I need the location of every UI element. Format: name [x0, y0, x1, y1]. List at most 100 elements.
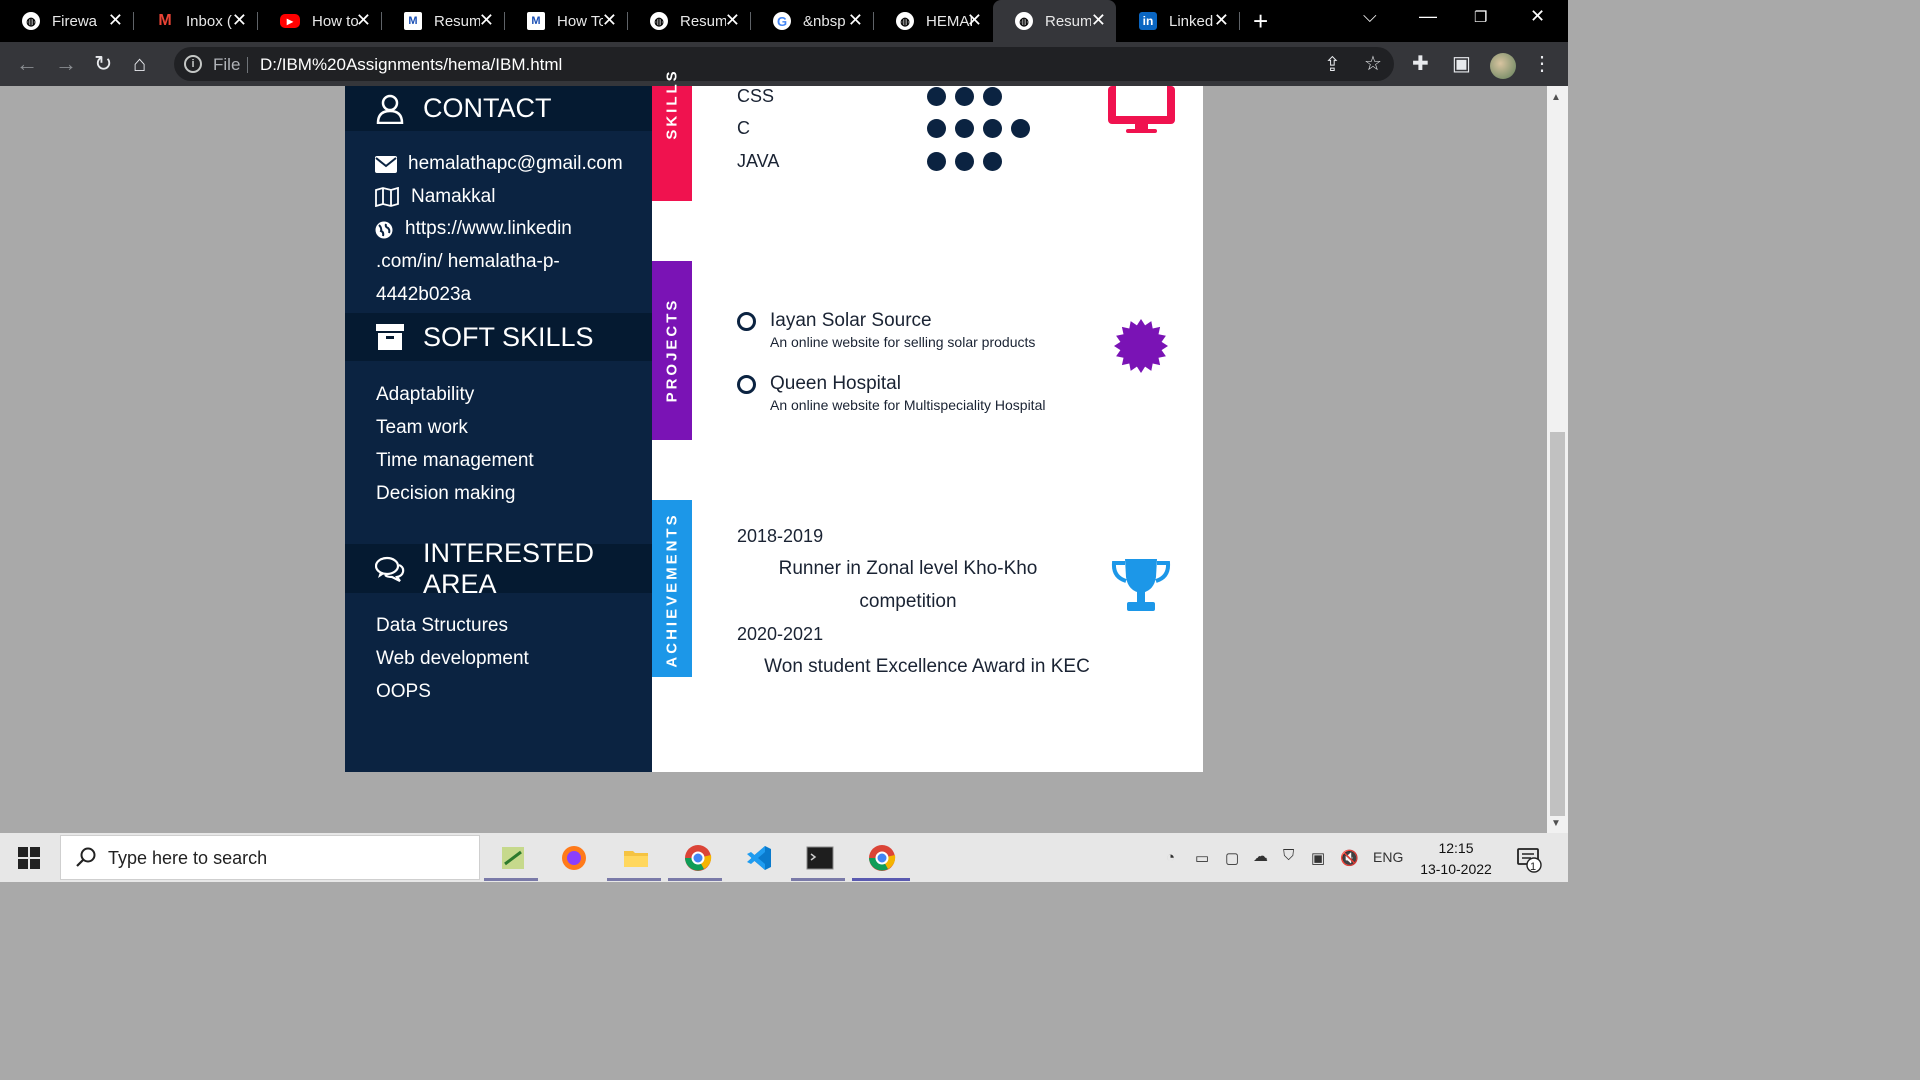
google-icon: G [773, 12, 791, 30]
youtube-icon: ▶ [280, 14, 300, 28]
contact-linkedin-line1[interactable]: https://www.linkedin [405, 218, 572, 240]
firefox-app-icon[interactable] [556, 841, 592, 875]
tab-divider [504, 12, 505, 30]
project-title: Iayan Solar Source [770, 310, 932, 331]
strip-notch [652, 677, 732, 737]
contact-linkedin-line3[interactable]: 4442b023a [376, 284, 471, 306]
speaker-muted-icon[interactable]: 🔇 [1340, 849, 1359, 867]
globe-icon [375, 221, 393, 244]
map-icon [375, 186, 399, 212]
notepad-app-icon[interactable] [495, 841, 531, 875]
achievement-year: 2018-2019 [737, 526, 824, 546]
close-tab-icon[interactable]: ✕ [602, 11, 617, 29]
side-panel-icon[interactable]: ▣ [1452, 52, 1471, 76]
address-divider [247, 57, 248, 73]
browser-tab-active[interactable]: ◍ Resum ✕ [993, 0, 1116, 42]
skill-name: CSS [737, 86, 775, 106]
new-tab-button[interactable]: + [1253, 6, 1268, 37]
browser-tab[interactable]: ◍ HEMAL ✕ [874, 0, 992, 42]
soft-skills-heading: SOFT SKILLS [345, 313, 652, 361]
skill-name: C [737, 118, 750, 138]
home-icon[interactable]: ⌂ [133, 51, 146, 77]
project-description: An online website for Multispeciality Ho… [770, 397, 1046, 413]
wifi-icon[interactable]: ◔ [1166, 849, 1175, 866]
scroll-down-arrow-icon[interactable]: ▼ [1551, 818, 1561, 829]
contact-linkedin-line2[interactable]: .com/in/ hemalatha-p- [376, 251, 560, 273]
file-explorer-app-icon[interactable] [618, 841, 654, 875]
globe-icon: ◍ [896, 12, 914, 30]
globe-icon: ◍ [1015, 12, 1033, 30]
achievement-text: Won student Excellence Award in KEC [764, 656, 1090, 677]
share-icon[interactable]: ⇪ [1324, 53, 1341, 77]
medium-icon: M [527, 12, 545, 30]
interest-item: Web development [376, 648, 529, 669]
close-tab-icon[interactable]: ✕ [479, 11, 494, 29]
strip-notch [652, 440, 732, 500]
chrome-app-icon[interactable] [680, 841, 716, 875]
onedrive-cloud-icon[interactable]: ☁ [1253, 847, 1268, 865]
badge-star-shape [1114, 319, 1168, 373]
profile-avatar[interactable] [1490, 53, 1516, 79]
system-clock[interactable]: 12:15 13-10-2022 [1420, 838, 1492, 880]
browser-tab[interactable]: M Inbox ( ✕ [134, 0, 257, 42]
extensions-puzzle-icon[interactable]: ✚ [1412, 52, 1429, 76]
skill-level-dot [983, 119, 1002, 138]
vscode-app-icon[interactable] [741, 841, 777, 875]
browser-tab[interactable]: M How To ✕ [505, 0, 627, 42]
app-running-indicator [668, 878, 722, 881]
tab-search-icon[interactable]: ⌵ [1363, 6, 1377, 27]
browser-tab[interactable]: M Resum ✕ [382, 0, 504, 42]
browser-tab[interactable]: ◍ Firewal ✕ [0, 0, 133, 42]
achievement-year: 2020-2021 [737, 624, 824, 644]
browser-tab[interactable]: G &nbsp ✕ [751, 0, 873, 42]
bookmark-star-icon[interactable]: ☆ [1364, 52, 1382, 76]
close-tab-icon[interactable]: ✕ [848, 11, 863, 29]
close-tab-icon[interactable]: ✕ [1091, 11, 1106, 29]
minimize-button[interactable]: — [1419, 6, 1437, 27]
contact-email[interactable]: hemalathapc@gmail.com [408, 153, 623, 175]
browser-tab[interactable]: in Linked ✕ [1117, 0, 1239, 42]
close-tab-icon[interactable]: ✕ [967, 11, 982, 29]
menu-kebab-icon[interactable]: ⋮ [1532, 52, 1552, 76]
display-icon[interactable]: ▣ [1311, 849, 1325, 867]
taskbar-search-placeholder[interactable]: Type here to search [108, 848, 267, 869]
close-tab-icon[interactable]: ✕ [108, 11, 123, 29]
scroll-up-arrow-icon[interactable]: ▲ [1551, 92, 1561, 103]
language-indicator[interactable]: ENG [1373, 849, 1403, 865]
address-url[interactable]: D:/IBM%20Assignments/hema/IBM.html [260, 55, 562, 75]
battery-icon[interactable]: ▭ [1195, 849, 1209, 867]
forward-arrow-icon[interactable]: → [55, 51, 77, 77]
close-tab-icon[interactable]: ✕ [725, 11, 740, 29]
linkedin-icon: in [1139, 12, 1157, 30]
info-icon[interactable]: i [184, 55, 202, 73]
defender-shield-icon[interactable]: ⛉ [1283, 847, 1294, 864]
contact-heading-label: CONTACT [423, 93, 552, 123]
reload-icon[interactable]: ↻ [94, 51, 112, 77]
search-icon [76, 847, 96, 872]
tab-divider [133, 12, 134, 30]
interested-area-heading: INTERESTED AREA [345, 538, 652, 599]
chat-bubbles-icon [375, 554, 405, 584]
achievement-text: competition [859, 591, 957, 612]
restore-button[interactable]: ❐ [1474, 8, 1487, 26]
browser-tab[interactable]: ▶ How to ✕ [258, 0, 381, 42]
browser-toolbar: ← → ↻ ⌂ i File D:/IBM%20Assignments/hema… [0, 42, 1568, 86]
browser-tab[interactable]: ◍ Resum ✕ [628, 0, 750, 42]
skill-level-dot [1011, 119, 1030, 138]
skill-level-dot [955, 119, 974, 138]
chrome-app-icon[interactable] [864, 841, 900, 875]
close-window-button[interactable]: ✕ [1530, 6, 1545, 27]
windows-start-icon[interactable] [18, 847, 40, 874]
terminal-app-icon[interactable] [802, 841, 838, 875]
scrollbar-thumb[interactable] [1550, 432, 1565, 816]
tab-divider [750, 12, 751, 30]
back-arrow-icon[interactable]: ← [16, 51, 38, 77]
soft-skill-item: Adaptability [376, 384, 475, 405]
address-scheme: File [213, 55, 241, 74]
address-bar[interactable]: i File D:/IBM%20Assignments/hema/IBM.htm… [174, 47, 1394, 81]
tab-divider [381, 12, 382, 30]
close-tab-icon[interactable]: ✕ [1214, 11, 1229, 29]
meet-icon[interactable]: ▢ [1225, 849, 1239, 867]
close-tab-icon[interactable]: ✕ [356, 11, 371, 29]
close-tab-icon[interactable]: ✕ [232, 11, 247, 29]
